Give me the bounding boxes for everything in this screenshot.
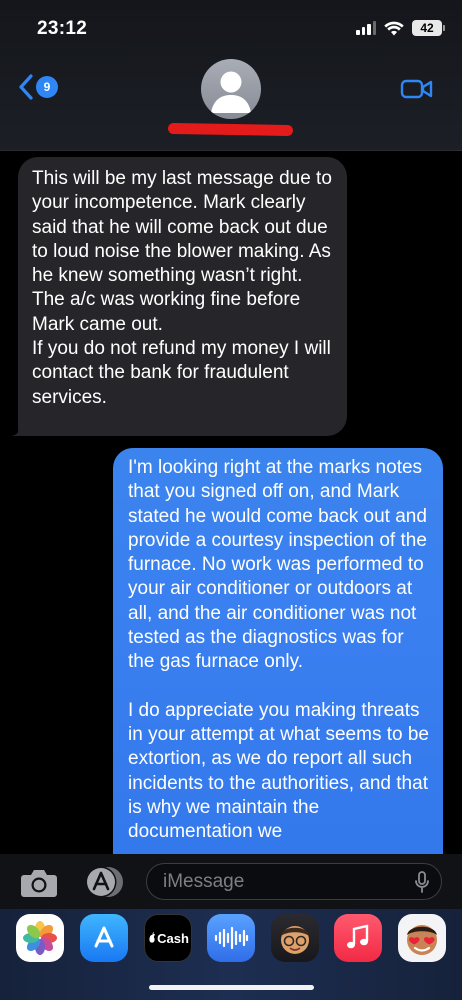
compose-bar <box>0 854 462 909</box>
microphone-icon[interactable] <box>415 871 429 893</box>
battery-icon: 42 <box>412 20 445 36</box>
incoming-message-bubble[interactable]: This will be my last message due to your… <box>12 157 347 436</box>
outgoing-message-paragraph: I'm looking right at the marks notes tha… <box>128 457 427 673</box>
music-app-icon[interactable] <box>334 914 382 962</box>
memoji-stickers-icon[interactable] <box>398 914 446 962</box>
imessage-app-drawer: Cash <box>0 909 462 1000</box>
message-input-field[interactable] <box>146 863 442 900</box>
conversation-header: 23:12 42 9 <box>0 0 462 151</box>
photos-app-icon[interactable] <box>16 914 64 962</box>
memoji-icon[interactable] <box>271 914 319 962</box>
audio-message-icon[interactable] <box>207 914 255 962</box>
camera-icon[interactable] <box>20 866 58 898</box>
video-camera-icon[interactable] <box>400 77 434 101</box>
outgoing-message-paragraph: I do appreciate you making threats in yo… <box>128 699 429 843</box>
contact-avatar-icon[interactable] <box>201 59 261 119</box>
bubble-tail <box>12 422 28 436</box>
waveform-icon <box>214 926 249 950</box>
outgoing-message-bubble[interactable]: I'm looking right at the marks notes tha… <box>113 448 443 854</box>
apps-icon[interactable] <box>82 865 126 899</box>
home-indicator[interactable] <box>149 985 314 990</box>
incoming-message-text: This will be my last message due to your… <box>32 168 332 408</box>
status-icons: 42 <box>356 20 445 36</box>
photos-flower-icon <box>23 921 57 955</box>
wifi-icon <box>384 21 404 35</box>
app-store-a-icon <box>94 926 114 948</box>
memoji-sticker-face-icon <box>407 925 437 955</box>
person-silhouette-icon <box>211 71 251 113</box>
message-input[interactable] <box>163 870 403 894</box>
unread-count-badge: 9 <box>36 76 58 98</box>
apple-logo-icon <box>149 932 156 943</box>
status-time: 23:12 <box>37 18 88 39</box>
signal-icon <box>356 21 376 35</box>
memoji-face-icon <box>281 926 309 954</box>
cash-app-label: Cash <box>157 930 189 946</box>
back-button[interactable]: 9 <box>18 74 58 100</box>
app-store-icon[interactable] <box>80 914 128 962</box>
cash-app-icon[interactable]: Cash <box>144 914 192 962</box>
contact-name-redacted[interactable] <box>167 122 294 137</box>
chevron-left-icon <box>19 74 33 100</box>
music-note-icon <box>347 924 369 949</box>
message-thread[interactable]: This will be my last message due to your… <box>0 152 462 854</box>
